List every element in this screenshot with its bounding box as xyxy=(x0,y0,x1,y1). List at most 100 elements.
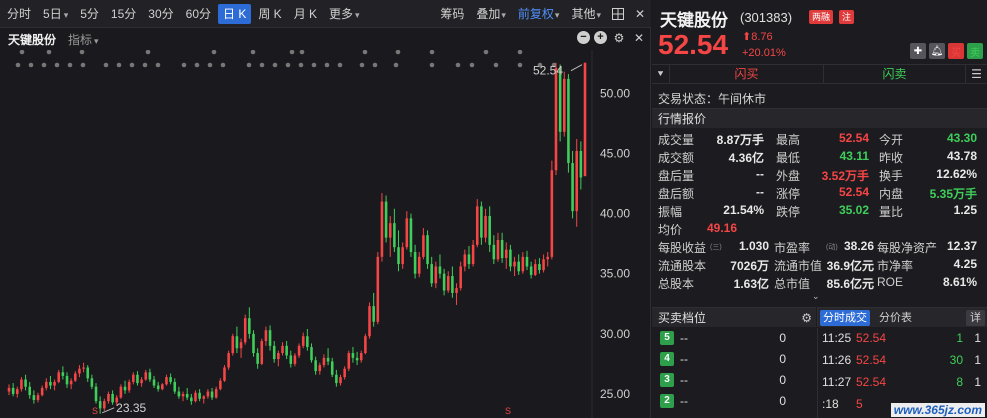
candle-body[interactable] xyxy=(268,330,272,346)
candle-body[interactable] xyxy=(542,259,545,271)
candle-body[interactable] xyxy=(289,355,293,364)
candle-body[interactable] xyxy=(11,387,15,394)
event-marker[interactable] xyxy=(116,62,122,68)
candle-body[interactable] xyxy=(136,374,139,384)
event-marker[interactable] xyxy=(455,62,461,68)
close-icon[interactable]: ✕ xyxy=(631,5,649,23)
orderbook-row[interactable]: 5 -- 0 xyxy=(652,328,816,349)
candle-body[interactable] xyxy=(484,215,487,238)
event-marker[interactable] xyxy=(46,50,52,55)
candle-body[interactable] xyxy=(61,372,65,376)
add-watchlist-button[interactable]: ✚ xyxy=(910,43,926,59)
candle-body[interactable] xyxy=(53,381,56,386)
candle-body[interactable] xyxy=(330,361,334,375)
event-marker[interactable] xyxy=(211,50,217,55)
event-marker[interactable] xyxy=(181,62,187,68)
candle-body[interactable] xyxy=(488,215,491,245)
tab-more[interactable]: 更多 ▾ xyxy=(324,4,365,24)
candle-body[interactable] xyxy=(82,367,85,369)
grid-layout-icon[interactable] xyxy=(609,5,627,23)
candle-body[interactable] xyxy=(231,336,235,354)
chip-button[interactable]: 筹码 xyxy=(434,4,470,24)
gear-icon[interactable]: ⚙ xyxy=(611,30,627,46)
candle-body[interactable] xyxy=(69,380,73,385)
tab-15min[interactable]: 15分 xyxy=(106,4,141,24)
candle-body[interactable] xyxy=(546,256,549,260)
candle-body[interactable] xyxy=(533,264,537,275)
candle-body[interactable] xyxy=(144,372,148,380)
candle-body[interactable] xyxy=(372,306,375,322)
candle-body[interactable] xyxy=(165,377,168,385)
menu-icon[interactable]: ☰ xyxy=(966,65,987,83)
candle-body[interactable] xyxy=(281,345,284,354)
candle-body[interactable] xyxy=(467,254,471,265)
candle-body[interactable] xyxy=(393,223,396,248)
chevron-down-icon[interactable]: ⌄ xyxy=(812,291,820,302)
event-marker[interactable] xyxy=(393,62,399,68)
candle-body[interactable] xyxy=(359,353,363,361)
candle-body[interactable] xyxy=(293,355,297,364)
candle-body[interactable] xyxy=(442,273,446,291)
candle-body[interactable] xyxy=(28,386,32,396)
candle-body[interactable] xyxy=(343,368,346,378)
event-marker[interactable] xyxy=(372,62,378,68)
candle-body[interactable] xyxy=(210,391,214,398)
candle-body[interactable] xyxy=(57,372,61,382)
candle-body[interactable] xyxy=(554,68,558,171)
candle-body[interactable] xyxy=(384,201,388,238)
candle-body[interactable] xyxy=(272,345,276,360)
candle-body[interactable] xyxy=(65,375,69,385)
candle-body[interactable] xyxy=(86,367,90,379)
candle-body[interactable] xyxy=(152,379,156,386)
candle-body[interactable] xyxy=(339,377,342,384)
candle-body[interactable] xyxy=(260,341,264,364)
candle-body[interactable] xyxy=(529,266,533,275)
candle-body[interactable] xyxy=(98,401,102,409)
event-marker[interactable] xyxy=(80,62,86,68)
candle-body[interactable] xyxy=(7,387,11,392)
gear-icon[interactable]: ⚙ xyxy=(801,308,812,328)
event-marker[interactable] xyxy=(517,50,523,55)
candle-body[interactable] xyxy=(567,78,570,164)
event-marker[interactable] xyxy=(67,62,73,68)
event-marker[interactable] xyxy=(207,62,213,68)
candle-body[interactable] xyxy=(446,276,450,291)
candle-body[interactable] xyxy=(351,353,355,358)
event-marker[interactable] xyxy=(395,50,401,55)
candle-body[interactable] xyxy=(173,381,177,392)
candle-body[interactable] xyxy=(107,393,110,402)
candle-body[interactable] xyxy=(181,393,185,397)
candle-body[interactable] xyxy=(521,256,525,272)
candle-body[interactable] xyxy=(455,288,458,293)
candle-body[interactable] xyxy=(405,218,409,248)
candle-body[interactable] xyxy=(430,264,433,284)
candle-body[interactable] xyxy=(525,256,529,267)
candle-body[interactable] xyxy=(380,201,384,257)
event-marker[interactable] xyxy=(299,50,305,55)
candle-body[interactable] xyxy=(517,261,520,272)
event-marker[interactable] xyxy=(272,62,278,68)
candle-body[interactable] xyxy=(301,336,305,346)
event-marker[interactable] xyxy=(54,62,60,68)
candle-body[interactable] xyxy=(239,342,243,349)
overlay-button[interactable]: 叠加▾ xyxy=(470,4,512,24)
close-icon[interactable]: ✕ xyxy=(631,30,647,46)
candle-body[interactable] xyxy=(177,391,181,397)
candle-body[interactable] xyxy=(94,386,98,402)
candle-body[interactable] xyxy=(322,357,326,366)
candle-body[interactable] xyxy=(509,249,512,267)
candle-body[interactable] xyxy=(185,393,189,398)
event-marker[interactable] xyxy=(259,62,265,68)
candle-body[interactable] xyxy=(438,266,442,274)
candle-body[interactable] xyxy=(480,206,483,238)
candle-body[interactable] xyxy=(326,357,330,362)
candle-body[interactable] xyxy=(78,368,81,374)
candle-body[interactable] xyxy=(401,247,404,265)
candle-body[interactable] xyxy=(127,381,131,391)
candle-body[interactable] xyxy=(119,386,123,398)
candle-body[interactable] xyxy=(388,223,392,238)
candle-body[interactable] xyxy=(227,353,230,368)
candle-body[interactable] xyxy=(123,386,127,391)
tab-weekly-k[interactable]: 周 K xyxy=(253,4,286,24)
indicator-dropdown[interactable]: 指标 ▾ xyxy=(68,31,99,48)
